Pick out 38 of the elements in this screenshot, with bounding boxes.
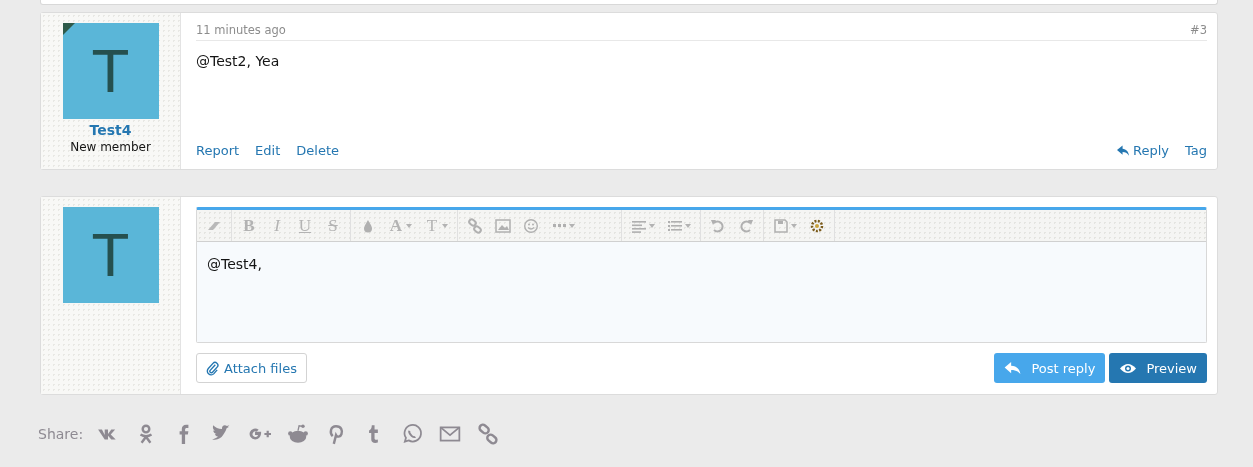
message-editor[interactable]: @Test4, (197, 242, 1206, 342)
post-message: @Test2, Yea (196, 53, 281, 71)
post-action-link[interactable]: Tag (1185, 143, 1207, 158)
undo-icon (710, 217, 726, 234)
more-icon (552, 224, 566, 227)
caret-icon (791, 223, 797, 228)
smiley-icon (523, 217, 539, 234)
avatar: T (62, 207, 159, 303)
caret-icon (442, 223, 448, 228)
gear-icon (809, 217, 825, 234)
reply-arrow-icon (1116, 144, 1130, 157)
share-label: Share: (38, 426, 84, 442)
link-icon (467, 217, 483, 234)
post-action-link[interactable]: Report (196, 143, 240, 158)
avatar[interactable]: T (62, 23, 159, 119)
reddit-share-icon[interactable] (287, 423, 310, 445)
paperclip-icon (206, 360, 219, 376)
user-title: New member (70, 140, 151, 154)
caret-icon (406, 223, 412, 228)
post-action-link[interactable]: Reply (1116, 143, 1169, 158)
redo-icon (738, 217, 754, 234)
caret-icon (685, 223, 691, 228)
caret-icon (649, 223, 655, 228)
attach-files-button[interactable]: Attach files (196, 353, 307, 383)
post-action-link[interactable]: Delete (296, 143, 339, 158)
username-link[interactable]: Test4 (89, 122, 132, 138)
caret-icon (569, 223, 575, 228)
post-reply-button[interactable]: Post reply (994, 353, 1106, 383)
preview-button[interactable]: Preview (1109, 353, 1207, 383)
size-button[interactable]: T (418, 213, 454, 238)
link-share-icon[interactable] (477, 423, 500, 445)
image-icon (495, 217, 511, 234)
post-action-link[interactable]: Edit (255, 143, 281, 158)
whatsapp-share-icon[interactable] (401, 423, 424, 445)
reply-arrow-icon (1004, 361, 1023, 375)
post-number-link[interactable]: #3 (1190, 23, 1207, 37)
eye-icon (1119, 361, 1138, 375)
post-time[interactable]: 11 minutes ago (196, 23, 286, 37)
